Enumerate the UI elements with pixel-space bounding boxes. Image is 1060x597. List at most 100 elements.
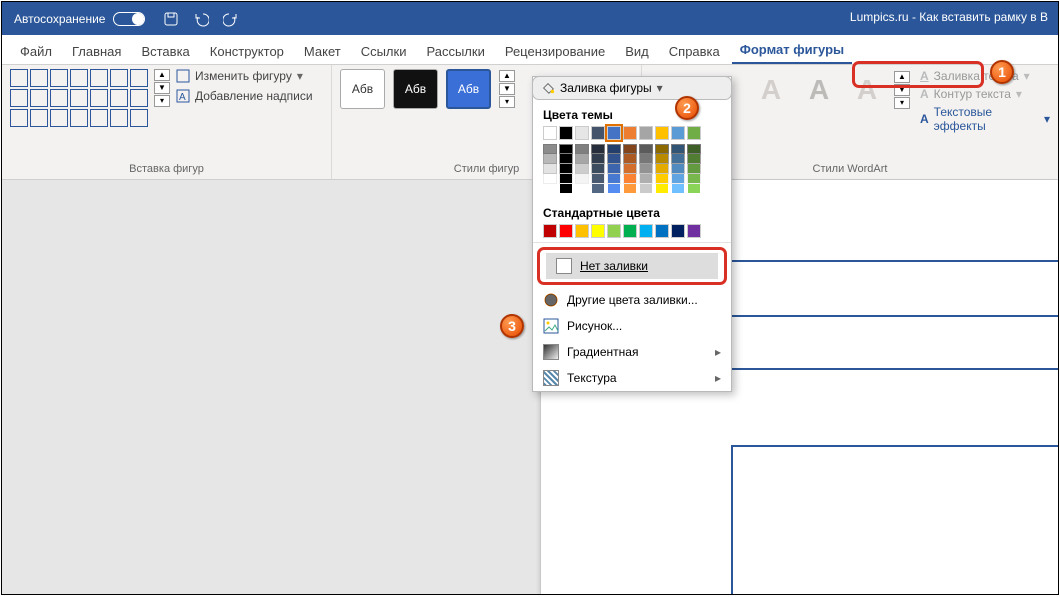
autosave-toggle[interactable]: Автосохранение <box>14 12 145 26</box>
theme-shade-swatch[interactable] <box>687 164 701 174</box>
theme-shade-swatch[interactable] <box>671 184 685 194</box>
more-colors-item[interactable]: Другие цвета заливки... <box>533 287 731 313</box>
theme-color-swatch[interactable] <box>687 126 701 140</box>
theme-shade-swatch[interactable] <box>655 164 669 174</box>
theme-shade-swatch[interactable] <box>671 174 685 184</box>
theme-shade-swatch[interactable] <box>639 144 653 154</box>
tab-review[interactable]: Рецензирование <box>497 39 613 64</box>
theme-shade-swatch[interactable] <box>591 164 605 174</box>
standard-color-swatch[interactable] <box>623 224 637 238</box>
theme-shade-swatch[interactable] <box>607 184 621 194</box>
theme-shade-swatch[interactable] <box>671 164 685 174</box>
theme-shade-swatch[interactable] <box>655 144 669 154</box>
shape-fill-button[interactable]: Заливка фигуры ▾ <box>532 76 732 100</box>
theme-shade-swatch[interactable] <box>543 144 557 154</box>
theme-shade-swatch[interactable] <box>559 144 573 154</box>
theme-shade-swatch[interactable] <box>591 174 605 184</box>
tab-file[interactable]: Файл <box>12 39 60 64</box>
theme-shade-swatch[interactable] <box>575 144 589 154</box>
theme-shade-swatch[interactable] <box>655 154 669 164</box>
theme-shade-swatch[interactable] <box>623 174 637 184</box>
theme-shade-swatch[interactable] <box>543 174 557 184</box>
theme-shade-swatch[interactable] <box>559 154 573 164</box>
theme-color-swatch[interactable] <box>591 126 605 140</box>
tab-help[interactable]: Справка <box>661 39 728 64</box>
theme-shade-swatch[interactable] <box>687 144 701 154</box>
redo-icon[interactable] <box>223 11 239 27</box>
standard-color-swatch[interactable] <box>559 224 573 238</box>
theme-shade-swatch[interactable] <box>639 174 653 184</box>
no-fill-item[interactable]: Нет заливки <box>546 253 718 279</box>
theme-shade-swatch[interactable] <box>607 164 621 174</box>
standard-color-swatch[interactable] <box>575 224 589 238</box>
theme-shade-swatch[interactable] <box>607 174 621 184</box>
tab-insert[interactable]: Вставка <box>133 39 197 64</box>
standard-color-swatch[interactable] <box>591 224 605 238</box>
save-icon[interactable] <box>163 11 179 27</box>
theme-shade-swatch[interactable] <box>607 154 621 164</box>
standard-color-swatch[interactable] <box>543 224 557 238</box>
theme-shade-swatch[interactable] <box>543 164 557 174</box>
theme-shade-swatch[interactable] <box>655 184 669 194</box>
style-preset-3[interactable]: Абв <box>446 69 491 109</box>
theme-shade-swatch[interactable] <box>607 144 621 154</box>
standard-color-swatch[interactable] <box>655 224 669 238</box>
theme-shade-swatch[interactable] <box>623 184 637 194</box>
theme-shade-swatch[interactable] <box>623 144 637 154</box>
theme-shade-swatch[interactable] <box>543 184 557 194</box>
theme-shade-swatch[interactable] <box>591 144 605 154</box>
shapes-gallery-scroll[interactable]: ▲▼▾ <box>154 69 170 127</box>
text-outline-button[interactable]: AКонтур текста ▾ <box>920 87 1050 101</box>
wordart-preset-2[interactable]: A <box>798 69 840 111</box>
tab-view[interactable]: Вид <box>617 39 657 64</box>
theme-color-swatch[interactable] <box>623 126 637 140</box>
tab-shape-format[interactable]: Формат фигуры <box>732 37 852 64</box>
theme-color-swatch[interactable] <box>575 126 589 140</box>
tab-home[interactable]: Главная <box>64 39 129 64</box>
tab-references[interactable]: Ссылки <box>353 39 415 64</box>
theme-shade-swatch[interactable] <box>623 164 637 174</box>
theme-shade-swatch[interactable] <box>575 184 589 194</box>
drawn-line-v[interactable] <box>731 445 733 594</box>
wordart-preset-1[interactable]: A <box>750 69 792 111</box>
theme-shade-swatch[interactable] <box>543 154 557 164</box>
style-preset-2[interactable]: Абв <box>393 69 438 109</box>
theme-color-swatch[interactable] <box>543 126 557 140</box>
picture-fill-item[interactable]: Рисунок... <box>533 313 731 339</box>
theme-shade-swatch[interactable] <box>591 184 605 194</box>
text-effects-button[interactable]: AТекстовые эффекты ▾ <box>920 105 1050 133</box>
theme-shade-swatch[interactable] <box>559 184 573 194</box>
tab-mailings[interactable]: Рассылки <box>418 39 492 64</box>
theme-color-swatch[interactable] <box>639 126 653 140</box>
theme-color-swatch[interactable] <box>655 126 669 140</box>
theme-shade-swatch[interactable] <box>575 164 589 174</box>
theme-color-swatch[interactable] <box>559 126 573 140</box>
theme-shade-swatch[interactable] <box>639 184 653 194</box>
standard-color-swatch[interactable] <box>639 224 653 238</box>
theme-shade-swatch[interactable] <box>575 154 589 164</box>
theme-shade-swatch[interactable] <box>687 154 701 164</box>
theme-color-swatch[interactable] <box>671 126 685 140</box>
theme-shade-swatch[interactable] <box>687 174 701 184</box>
theme-shade-swatch[interactable] <box>623 154 637 164</box>
gradient-fill-item[interactable]: Градиентная ▸ <box>533 339 731 365</box>
texture-fill-item[interactable]: Текстура ▸ <box>533 365 731 391</box>
undo-icon[interactable] <box>193 11 209 27</box>
tab-layout[interactable]: Макет <box>296 39 349 64</box>
theme-shade-swatch[interactable] <box>591 154 605 164</box>
theme-shade-swatch[interactable] <box>655 174 669 184</box>
theme-shade-swatch[interactable] <box>575 174 589 184</box>
tab-design[interactable]: Конструктор <box>202 39 292 64</box>
theme-shade-swatch[interactable] <box>639 154 653 164</box>
standard-color-swatch[interactable] <box>671 224 685 238</box>
theme-shade-swatch[interactable] <box>671 144 685 154</box>
style-preset-1[interactable]: Абв <box>340 69 385 109</box>
add-textbox-button[interactable]: A Добавление надписи <box>176 89 313 103</box>
theme-shade-swatch[interactable] <box>639 164 653 174</box>
style-gallery-scroll[interactable]: ▲▼▾ <box>499 70 515 108</box>
standard-color-swatch[interactable] <box>607 224 621 238</box>
edit-shape-button[interactable]: Изменить фигуру ▾ <box>176 69 313 83</box>
drawn-line-h[interactable] <box>731 445 1058 447</box>
theme-shade-swatch[interactable] <box>559 164 573 174</box>
theme-color-swatch[interactable] <box>607 126 621 140</box>
